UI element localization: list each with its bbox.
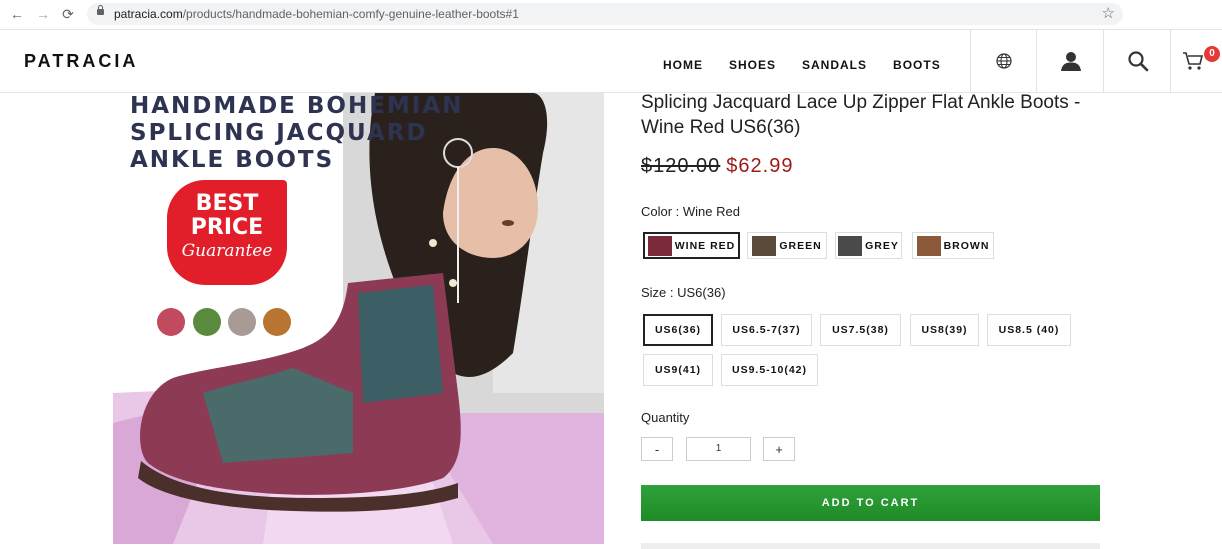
size-option[interactable]: US8(39) (910, 314, 979, 346)
product-info: Splicing Jacquard Lace Up Zipper Flat An… (641, 92, 1111, 549)
hero-headline-2: SPLICING JACQUARD (130, 120, 428, 146)
site-logo[interactable]: PATRACIA (24, 51, 138, 72)
account-button[interactable] (1036, 30, 1104, 92)
color-dot-wine (157, 308, 185, 336)
best-price-badge: BEST PRICE Guarantee (167, 180, 287, 285)
nav-shoes[interactable]: SHOES (729, 58, 776, 72)
price-row: $120.00 $62.99 (641, 155, 1111, 178)
size-option[interactable]: US6.5-7(37) (721, 314, 812, 346)
size-option[interactable]: US8.5 (40) (987, 314, 1071, 346)
size-option[interactable]: US9.5-10(42) (721, 354, 818, 386)
color-option-label: WINE RED (674, 239, 736, 252)
back-arrow-icon[interactable]: ← (8, 5, 26, 23)
search-icon (1127, 51, 1148, 72)
quantity-label: Quantity (641, 410, 690, 425)
globe-icon (996, 53, 1012, 69)
lock-icon (97, 5, 104, 15)
reload-icon[interactable]: ⟳ (59, 5, 77, 23)
section-divider (641, 543, 1100, 549)
color-option-wine-red[interactable]: WINE RED (643, 232, 740, 259)
color-option-brown[interactable]: BROWN (912, 232, 994, 259)
size-option[interactable]: US9(41) (643, 354, 713, 386)
cart-button[interactable]: 0 (1170, 30, 1222, 92)
color-option-label: BROWN (943, 239, 990, 252)
size-label: Size : US6(36) (641, 285, 726, 300)
sale-price: $62.99 (726, 155, 794, 177)
browser-toolbar: ← → ⟳ patracia.com/products/handmade-boh… (0, 0, 1222, 30)
color-swatch-grey (838, 235, 863, 256)
color-option-label: GREY (865, 239, 899, 252)
badge-line-1: BEST (195, 191, 259, 216)
quantity-decrease-button[interactable]: - (641, 437, 673, 461)
color-dot-brown (263, 308, 291, 336)
size-option[interactable]: US7.5(38) (820, 314, 901, 346)
color-option-grey[interactable]: GREY (835, 232, 902, 259)
hero-headline-1: HANDMADE BOHEMIAN (130, 93, 464, 119)
main-nav: HOME SHOES SANDALS BOOTS (650, 58, 954, 72)
color-dot-green (193, 308, 221, 336)
product-image[interactable]: HANDMADE BOHEMIAN SPLICING JACQUARD ANKL… (113, 93, 604, 544)
hero-headline-3: ANKLE BOOTS (130, 147, 335, 173)
url-domain: patracia.com (114, 7, 183, 21)
color-dot-grey (228, 308, 256, 336)
bookmark-star-icon[interactable]: ☆ (1102, 4, 1115, 22)
search-button[interactable] (1103, 30, 1171, 92)
badge-line-3: Guarantee (181, 241, 273, 261)
nav-sandals[interactable]: SANDALS (802, 58, 867, 72)
original-price: $120.00 (641, 155, 721, 177)
color-label: Color : Wine Red (641, 204, 740, 219)
color-swatch-brown (916, 235, 941, 256)
cart-icon (1183, 52, 1204, 70)
color-swatch-wine-red (647, 235, 672, 256)
site-header: PATRACIA HOME SHOES SANDALS BOOTS 0 (0, 30, 1222, 93)
url-text[interactable]: patracia.com/products/handmade-bohemian-… (114, 7, 519, 21)
badge-line-2: PRICE (190, 215, 264, 240)
nav-home[interactable]: HOME (663, 58, 703, 72)
forward-arrow-icon[interactable]: → (34, 5, 52, 23)
nav-boots[interactable]: BOOTS (893, 58, 941, 72)
add-to-cart-button[interactable]: ADD TO CART (641, 485, 1100, 521)
address-bar[interactable]: patracia.com/products/handmade-bohemian-… (87, 3, 1123, 25)
product-title: Splicing Jacquard Lace Up Zipper Flat An… (641, 92, 1081, 138)
color-option-green[interactable]: GREEN (747, 232, 827, 259)
cart-count-badge: 0 (1204, 46, 1220, 62)
url-path: /products/handmade-bohemian-comfy-genuin… (182, 7, 519, 21)
color-option-label: GREEN (779, 239, 822, 252)
language-button[interactable] (970, 30, 1037, 92)
quantity-input[interactable]: 1 (686, 437, 751, 461)
quantity-increase-button[interactable]: + (763, 437, 795, 461)
user-icon (1060, 52, 1081, 71)
size-option[interactable]: US6(36) (643, 314, 713, 346)
color-swatch-green (752, 235, 777, 256)
